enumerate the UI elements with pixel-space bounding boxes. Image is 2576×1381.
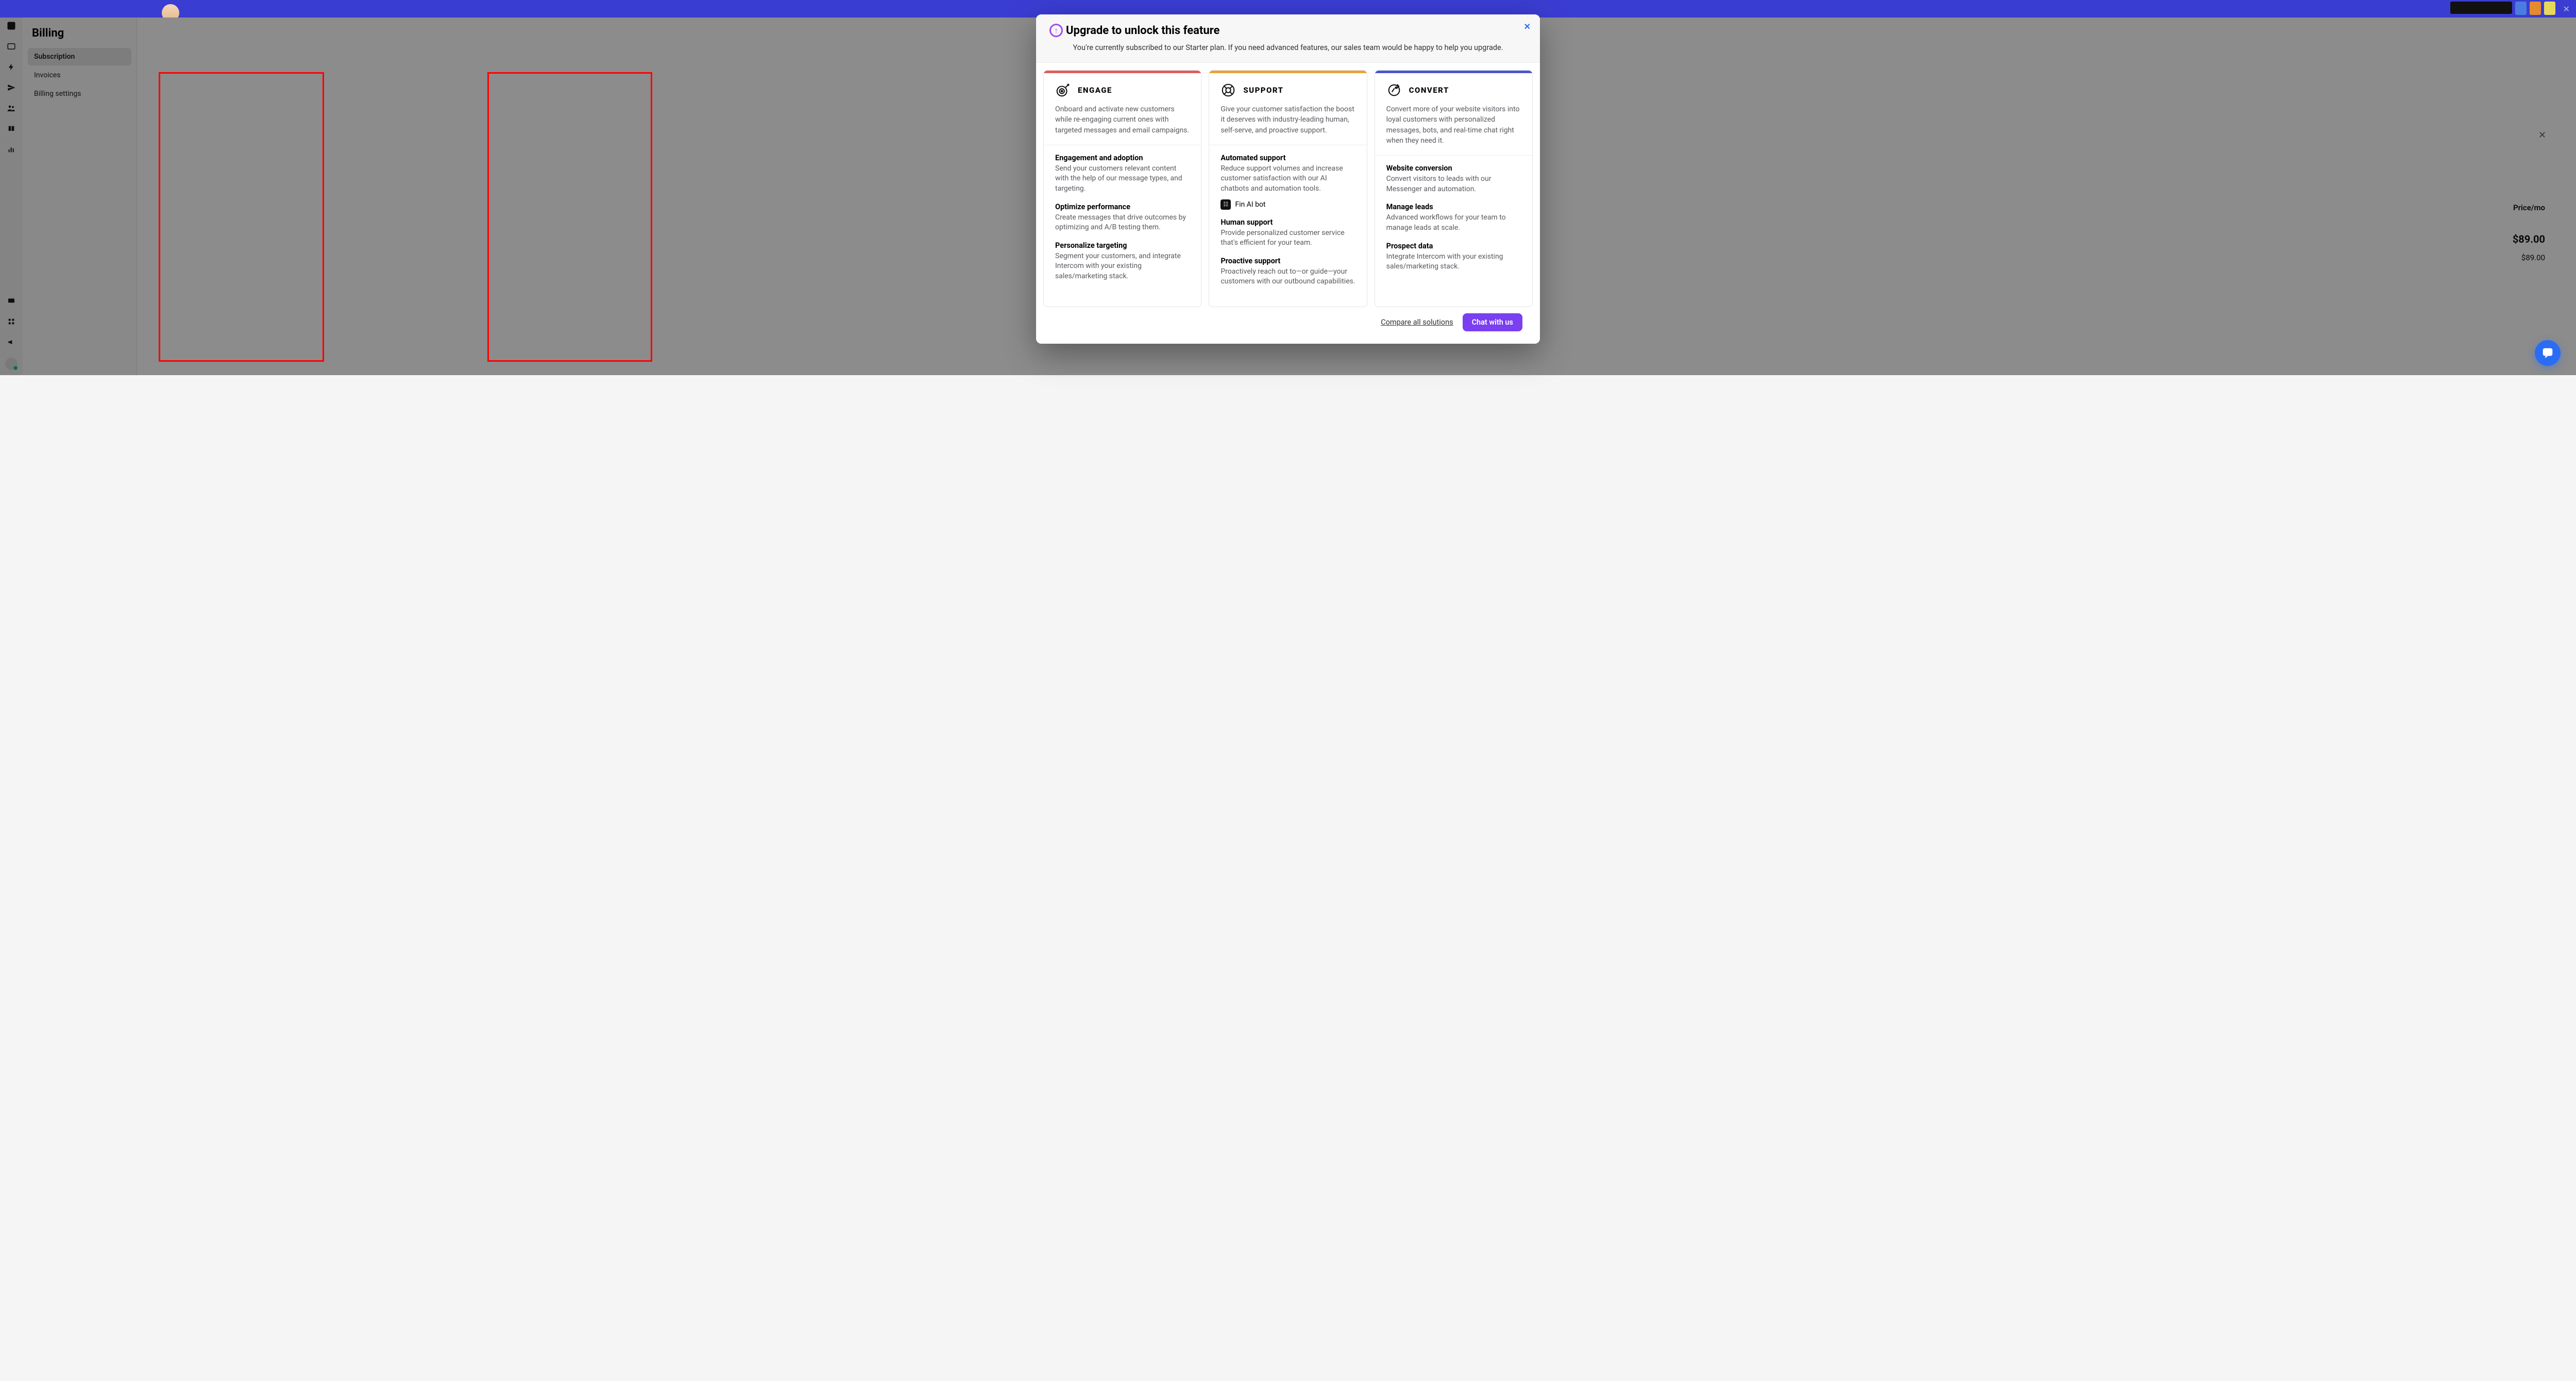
topbar-icon-3[interactable]: [2544, 2, 2555, 15]
feature-text: Segment your customers, and integrate In…: [1055, 251, 1190, 282]
feature-text: Create messages that drive outcomes by o…: [1055, 213, 1190, 233]
target-icon: [1055, 82, 1071, 98]
card-desc: Onboard and activate new customers while…: [1044, 104, 1201, 145]
feature-text: Integrate Intercom with your existing sa…: [1386, 252, 1521, 272]
feature-heading: Manage leads: [1386, 203, 1521, 211]
topbar-icon-2[interactable]: [2530, 2, 2541, 15]
fin-icon: ☷: [1221, 199, 1231, 210]
upgrade-modal: ✕ ↑ Upgrade to unlock this feature You'r…: [1036, 14, 1540, 344]
convert-icon: [1386, 82, 1402, 98]
topbar-actions: [2450, 2, 2555, 15]
upgrade-arrow-icon: ↑: [1049, 24, 1063, 37]
plan-card-engage: ENGAGE Onboard and activate new customer…: [1043, 70, 1201, 307]
modal-close-icon[interactable]: ✕: [1524, 22, 1531, 31]
topbar-icon-1[interactable]: [2515, 2, 2527, 15]
feature-heading: Optimize performance: [1055, 203, 1190, 211]
feature-text: Send your customers relevant content wit…: [1055, 164, 1190, 194]
feature-heading: Personalize targeting: [1055, 241, 1190, 250]
feature-heading: Prospect data: [1386, 242, 1521, 250]
plan-card-convert: CONVERT Convert more of your website vis…: [1375, 70, 1533, 307]
intercom-launcher[interactable]: [2535, 340, 2561, 366]
feature-heading: Website conversion: [1386, 164, 1521, 173]
feature-heading: Automated support: [1221, 154, 1355, 162]
card-title: CONVERT: [1409, 86, 1449, 95]
plan-card-support: SUPPORT Give your customer satisfaction …: [1209, 70, 1367, 307]
card-desc: Convert more of your website visitors in…: [1375, 104, 1532, 156]
card-title: ENGAGE: [1078, 86, 1112, 95]
modal-subtitle: You're currently subscribed to our Start…: [1049, 43, 1527, 52]
feature-text: Proactively reach out to—or guide—your c…: [1221, 267, 1355, 287]
lifesaver-icon: [1221, 82, 1236, 98]
feature-text: Advanced workflows for your team to mana…: [1386, 213, 1521, 233]
topbar-close-icon[interactable]: ✕: [2563, 4, 2570, 14]
feature-heading: Proactive support: [1221, 257, 1355, 265]
feature-text: Reduce support volumes and increase cust…: [1221, 164, 1355, 194]
modal-title: Upgrade to unlock this feature: [1066, 24, 1219, 37]
modal-header: ✕ ↑ Upgrade to unlock this feature You'r…: [1036, 14, 1540, 63]
feature-heading: Human support: [1221, 218, 1355, 227]
card-title: SUPPORT: [1243, 86, 1283, 95]
compare-link[interactable]: Compare all solutions: [1381, 318, 1453, 327]
feature-text: Convert visitors to leads with our Messe…: [1386, 174, 1521, 194]
feature-heading: Engagement and adoption: [1055, 154, 1190, 162]
card-desc: Give your customer satisfaction the boos…: [1209, 104, 1366, 145]
chat-with-us-button[interactable]: Chat with us: [1463, 313, 1522, 331]
fin-label: Fin AI bot: [1235, 200, 1265, 209]
feature-text: Provide personalized customer service th…: [1221, 228, 1355, 248]
fin-ai-badge: ☷ Fin AI bot: [1221, 199, 1355, 210]
topbar-button[interactable]: [2450, 2, 2512, 14]
